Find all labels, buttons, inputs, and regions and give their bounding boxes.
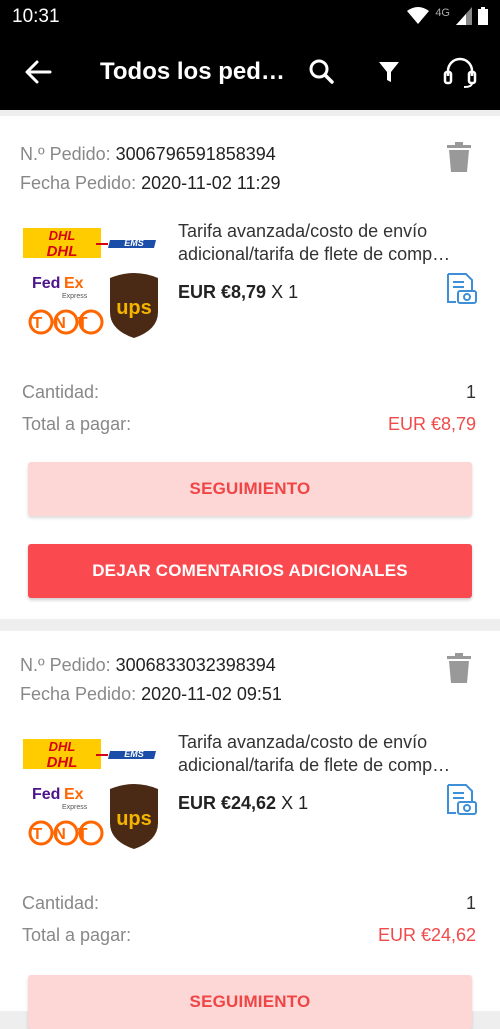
product-price: EUR €8,79 X 1 (178, 282, 298, 303)
order-date: 2020-11-02 09:51 (141, 684, 282, 704)
order-date-label: Fecha Pedido: (20, 684, 137, 704)
photo-receipt-icon[interactable] (444, 783, 478, 817)
tnt-logo: TNT (28, 309, 104, 335)
wifi-icon (407, 7, 430, 24)
ups-logo: ups (110, 784, 158, 849)
tnt-logo: TNT (28, 820, 104, 846)
product-title[interactable]: Tarifa avanzada/costo de envío adicional… (178, 731, 474, 777)
svg-text:TNT: TNT (32, 826, 99, 843)
page-title: Todos los ped… (100, 58, 285, 85)
order-number-label: N.º Pedido: (20, 144, 111, 164)
trash-icon[interactable] (446, 142, 472, 172)
quantity-suffix: X 1 (281, 793, 309, 813)
quantity-label: Cantidad: (22, 382, 100, 402)
order-number-row: N.º Pedido: 3006796591858394 (20, 144, 276, 165)
photo-receipt-icon[interactable] (444, 272, 478, 306)
quantity-suffix: X 1 (271, 282, 299, 302)
price-value: EUR €8,79 (178, 282, 267, 302)
total-label: Total a pagar: (22, 414, 132, 434)
order-card: N.º Pedido: 3006796591858394 Fecha Pedid… (0, 116, 500, 619)
quantity-label: Cantidad: (22, 893, 100, 913)
carrier-logos: DHL DHL EMS Fed Ex Express TNT ups (23, 228, 158, 338)
svg-text:Express: Express (62, 293, 88, 300)
svg-text:Fed: Fed (32, 786, 60, 803)
order-date-label: Fecha Pedido: (20, 173, 137, 193)
filter-icon[interactable] (371, 54, 407, 90)
svg-text:DHL: DHL (49, 228, 76, 243)
order-number-label: N.º Pedido: (20, 655, 111, 675)
ems-logo: EMS (96, 749, 156, 759)
status-icons: 4G (407, 7, 488, 25)
ems-logo: EMS (96, 238, 156, 248)
svg-text:DHL: DHL (47, 243, 78, 260)
svg-text:Express: Express (62, 804, 88, 811)
svg-text:TNT: TNT (32, 315, 99, 332)
svg-text:ups: ups (116, 297, 152, 319)
back-arrow-icon[interactable] (22, 56, 54, 88)
order-card: N.º Pedido: 3006833032398394 Fecha Pedid… (0, 631, 500, 1029)
order-date-row: Fecha Pedido: 2020-11-02 11:29 (20, 173, 281, 194)
svg-text:Ex: Ex (64, 275, 84, 292)
app-bar: Todos los ped… (0, 34, 500, 110)
quantity-value: 1 (465, 893, 476, 913)
order-number: 3006833032398394 (115, 655, 276, 675)
svg-text:DHL: DHL (49, 739, 76, 754)
carrier-logos: DHL DHL EMS Fed Ex Express TNT ups (23, 739, 158, 849)
ups-logo: ups (110, 273, 158, 338)
tracking-button[interactable]: SEGUIMIENTO (28, 975, 472, 1029)
svg-text:Fed: Fed (32, 275, 60, 292)
quantity-value: 1 (465, 382, 476, 402)
total-value: EUR €8,79 (387, 414, 476, 434)
fedex-logo: Fed Ex Express (32, 275, 88, 300)
order-number-row: N.º Pedido: 3006833032398394 (20, 655, 276, 676)
dhl-logo: DHL DHL (23, 228, 101, 260)
fedex-logo: Fed Ex Express (32, 786, 88, 811)
network-type: 4G (435, 7, 450, 19)
product-price: EUR €24,62 X 1 (178, 793, 308, 814)
product-title[interactable]: Tarifa avanzada/costo de envío adicional… (178, 220, 474, 266)
order-date: 2020-11-02 11:29 (141, 173, 281, 193)
status-time: 10:31 (12, 6, 60, 27)
tracking-button[interactable]: SEGUIMIENTO (28, 462, 472, 516)
svg-text:DHL: DHL (47, 754, 78, 771)
leave-additional-comments-button[interactable]: DEJAR COMENTARIOS ADICIONALES (28, 544, 472, 598)
search-icon[interactable] (304, 54, 340, 90)
status-bar: 10:31 4G (0, 0, 500, 34)
trash-icon[interactable] (446, 653, 472, 683)
total-value: EUR €24,62 (377, 925, 476, 945)
svg-text:EMS: EMS (124, 749, 144, 759)
customer-service-headset-icon[interactable] (442, 54, 478, 90)
order-date-row: Fecha Pedido: 2020-11-02 09:51 (20, 684, 282, 705)
price-value: EUR €24,62 (178, 793, 277, 813)
svg-text:Ex: Ex (64, 786, 84, 803)
dhl-logo: DHL DHL (23, 739, 101, 771)
order-number: 3006796591858394 (115, 144, 276, 164)
battery-icon (478, 7, 488, 25)
signal-icon (456, 7, 472, 25)
svg-text:ups: ups (116, 808, 152, 830)
total-label: Total a pagar: (22, 925, 132, 945)
orders-list: N.º Pedido: 3006796591858394 Fecha Pedid… (0, 110, 500, 1029)
svg-text:EMS: EMS (124, 238, 144, 248)
